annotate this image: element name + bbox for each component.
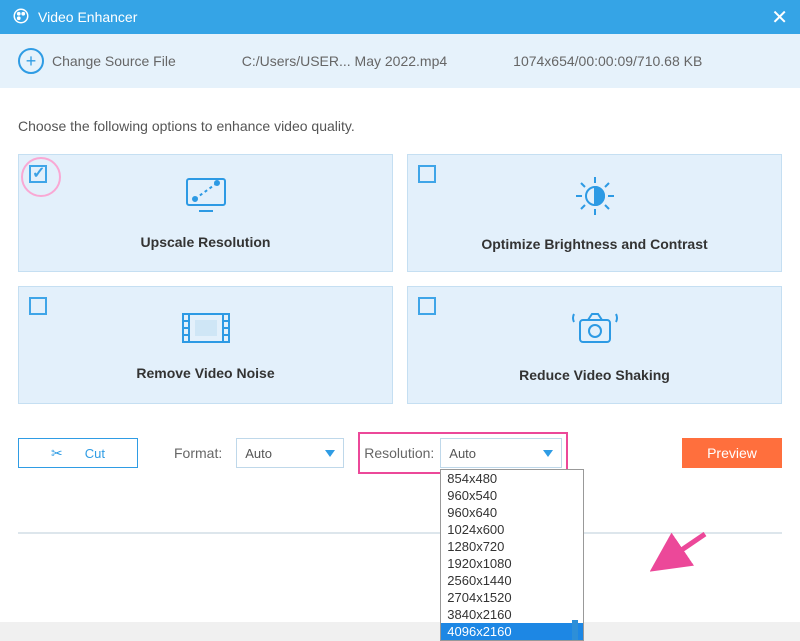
resolution-option[interactable]: 1024x600 — [441, 521, 583, 538]
file-path: C:/Users/USER... May 2022.mp4 — [242, 53, 447, 69]
app-title: Video Enhancer — [38, 9, 137, 25]
titlebar: Video Enhancer ✕ — [0, 0, 800, 34]
change-source-button[interactable]: + Change Source File — [18, 48, 176, 74]
chevron-down-icon — [543, 450, 553, 457]
card-upscale-resolution[interactable]: Upscale Resolution — [18, 154, 393, 272]
card-brightness-contrast[interactable]: Optimize Brightness and Contrast — [407, 154, 782, 272]
chevron-down-icon — [325, 450, 335, 457]
resolution-value: Auto — [449, 446, 476, 461]
close-button[interactable]: ✕ — [771, 5, 788, 30]
resolution-option[interactable]: 1280x720 — [441, 538, 583, 555]
resolution-option[interactable]: 960x640 — [441, 504, 583, 521]
film-icon — [181, 310, 231, 351]
resolution-dropdown: 854x480960x540960x6401024x6001280x720192… — [440, 469, 584, 641]
checkbox-upscale[interactable] — [29, 165, 47, 183]
checkbox-shaking[interactable] — [418, 297, 436, 315]
plus-icon: + — [18, 48, 44, 74]
scrollbar[interactable] — [567, 470, 583, 640]
scissors-icon: ✂ — [51, 445, 63, 462]
preview-button[interactable]: Preview — [682, 438, 782, 468]
preview-label: Preview — [707, 445, 757, 461]
monitor-icon — [183, 177, 229, 220]
resolution-option[interactable]: 4096x2160 — [441, 623, 583, 640]
resolution-option[interactable]: 960x540 — [441, 487, 583, 504]
arrow-annotation — [650, 532, 710, 577]
option-cards: Upscale Resolution Optimize Brightness a… — [18, 154, 782, 404]
resolution-highlight-annotation: Resolution: Auto 854x480960x540960x64010… — [358, 432, 568, 474]
camera-icon — [570, 308, 620, 353]
resolution-option[interactable]: 854x480 — [441, 470, 583, 487]
resolution-select[interactable]: Auto 854x480960x540960x6401024x6001280x7… — [440, 438, 562, 468]
resolution-option[interactable]: 2560x1440 — [441, 572, 583, 589]
card-title: Reduce Video Shaking — [519, 367, 670, 383]
cut-label: Cut — [85, 446, 105, 461]
card-title: Upscale Resolution — [141, 234, 271, 250]
bottom-controls: ✂ Cut Format: Auto Resolution: Auto 854x… — [18, 432, 782, 474]
format-select[interactable]: Auto — [236, 438, 344, 468]
instruction-text: Choose the following options to enhance … — [18, 118, 782, 134]
divider — [18, 532, 782, 534]
card-title: Remove Video Noise — [136, 365, 274, 381]
card-remove-noise[interactable]: Remove Video Noise — [18, 286, 393, 404]
resolution-label: Resolution: — [364, 445, 434, 461]
toolbar: + Change Source File C:/Users/USER... Ma… — [0, 34, 800, 88]
sun-icon — [572, 175, 618, 222]
format-label: Format: — [174, 445, 222, 461]
format-value: Auto — [245, 446, 272, 461]
resolution-option[interactable]: 3840x2160 — [441, 606, 583, 623]
resolution-option[interactable]: 2704x1520 — [441, 589, 583, 606]
resolution-option[interactable]: 1920x1080 — [441, 555, 583, 572]
change-source-label: Change Source File — [52, 53, 176, 69]
cut-button[interactable]: ✂ Cut — [18, 438, 138, 468]
file-meta: 1074x654/00:00:09/710.68 KB — [513, 53, 702, 69]
card-title: Optimize Brightness and Contrast — [481, 236, 707, 252]
checkbox-brightness[interactable] — [418, 165, 436, 183]
checkbox-noise[interactable] — [29, 297, 47, 315]
palette-icon — [12, 7, 30, 28]
app-window: Video Enhancer ✕ + Change Source File C:… — [0, 0, 800, 622]
card-reduce-shaking[interactable]: Reduce Video Shaking — [407, 286, 782, 404]
content-area: Choose the following options to enhance … — [0, 88, 800, 492]
